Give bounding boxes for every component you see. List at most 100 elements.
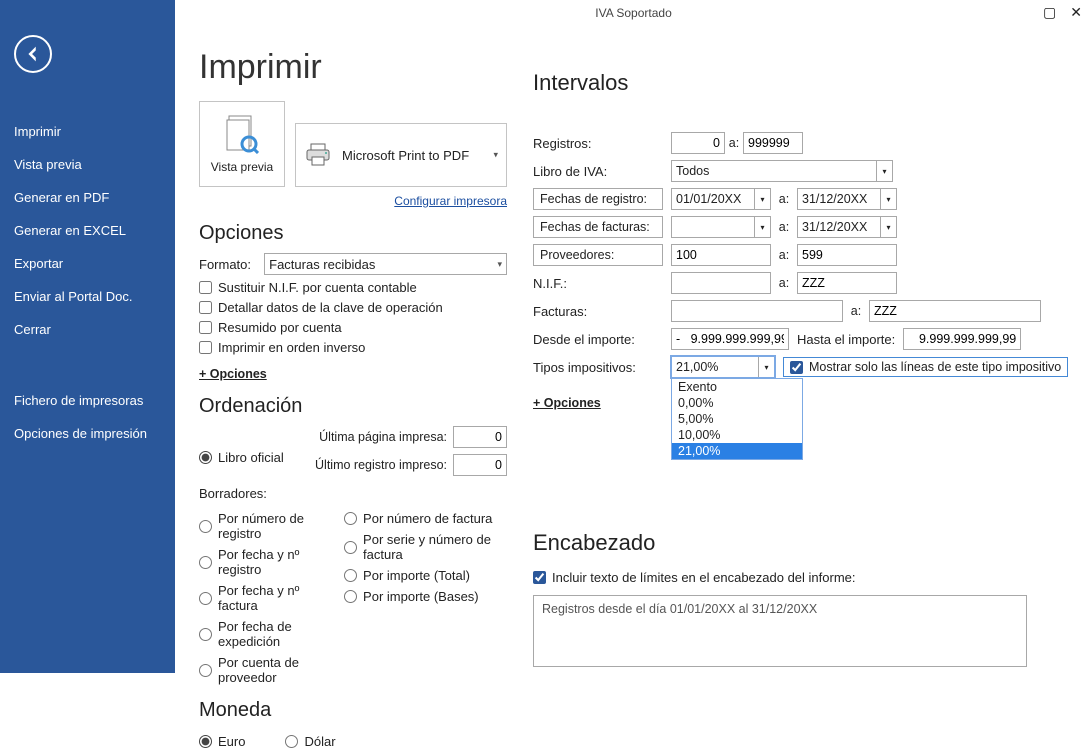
tipo-option-10[interactable]: 10,00% (672, 427, 802, 443)
chevron-down-icon: ▾ (880, 189, 896, 209)
proveedores-button[interactable]: Proveedores: (533, 244, 663, 266)
fechas-registro-from[interactable]: 01/01/20XX▾ (671, 188, 771, 210)
opciones-heading: Opciones (199, 222, 507, 245)
tipos-dropdown[interactable]: Exento 0,00% 5,00% 10,00% 21,00% (671, 378, 803, 460)
fechas-registro-button[interactable]: Fechas de registro: (533, 188, 663, 210)
tipo-option-5[interactable]: 5,00% (672, 411, 802, 427)
opciones-more-link[interactable]: + Opciones (199, 367, 267, 381)
chk-orden-inverso[interactable]: Imprimir en orden inverso (199, 340, 507, 355)
ultimo-registro-input[interactable] (453, 454, 507, 476)
printer-icon (304, 141, 332, 169)
chevron-down-icon: ▾ (880, 217, 896, 237)
facturas-from-input[interactable] (671, 300, 843, 322)
fechas-registro-to[interactable]: 31/12/20XX▾ (797, 188, 897, 210)
hasta-importe-input[interactable] (903, 328, 1021, 350)
printer-name: Microsoft Print to PDF (342, 148, 469, 163)
sidebar-item-generar-excel[interactable]: Generar en EXCEL (0, 214, 175, 247)
libro-iva-value: Todos (676, 164, 709, 178)
tipos-impositivos-label: Tipos impositivos: (533, 360, 663, 375)
sidebar-item-fichero-impresoras[interactable]: Fichero de impresoras (0, 384, 175, 417)
mostrar-lineas-checkbox[interactable]: Mostrar solo las líneas de este tipo imp… (783, 357, 1068, 377)
chk-sustituir-nif[interactable]: Sustituir N.I.F. por cuenta contable (199, 280, 507, 295)
a-label: a: (725, 136, 743, 150)
sidebar-item-vista-previa[interactable]: Vista previa (0, 148, 175, 181)
facturas-to-input[interactable] (869, 300, 1041, 322)
radio-libro-oficial[interactable]: Libro oficial (199, 450, 284, 465)
chk-resumido-cuenta[interactable]: Resumido por cuenta (199, 320, 507, 335)
facturas-label: Facturas: (533, 304, 663, 319)
printer-selector[interactable]: Microsoft Print to PDF ▾ (295, 123, 507, 187)
mostrar-lineas-label: Mostrar solo las líneas de este tipo imp… (809, 360, 1061, 374)
sidebar-item-imprimir[interactable]: Imprimir (0, 115, 175, 148)
nif-to-input[interactable] (797, 272, 897, 294)
fechas-facturas-button[interactable]: Fechas de facturas: (533, 216, 663, 238)
formato-value: Facturas recibidas (269, 257, 375, 272)
radio-fecha-registro[interactable]: Por fecha y nº registro (199, 547, 336, 577)
radio-dolar[interactable]: Dólar (285, 734, 335, 749)
arrow-left-icon (22, 43, 44, 65)
maximize-icon[interactable]: ▢ (1043, 4, 1056, 21)
ordenacion-heading: Ordenación (199, 395, 507, 418)
sidebar: Imprimir Vista previa Generar en PDF Gen… (0, 0, 175, 673)
a-label: a: (771, 276, 797, 290)
radio-serie-factura[interactable]: Por serie y número de factura (344, 532, 507, 562)
ultima-pagina-input[interactable] (453, 426, 507, 448)
libro-iva-select[interactable]: Todos ▾ (671, 160, 893, 182)
intervalos-heading: Intervalos (533, 70, 1074, 96)
a-label: a: (843, 304, 869, 318)
fechas-facturas-to[interactable]: 31/12/20XX▾ (797, 216, 897, 238)
proveedores-from-input[interactable] (671, 244, 771, 266)
a-label: a: (771, 192, 797, 206)
radio-importe-total[interactable]: Por importe (Total) (344, 568, 507, 583)
registros-to-input[interactable] (743, 132, 803, 154)
document-preview-icon (225, 114, 259, 154)
chevron-down-icon: ▾ (758, 357, 774, 377)
tipo-option-exento[interactable]: Exento (672, 379, 802, 395)
window-title: IVA Soportado (175, 6, 1092, 20)
intervalos-more-link[interactable]: + Opciones (533, 396, 601, 410)
radio-fecha-factura[interactable]: Por fecha y nº factura (199, 583, 336, 613)
proveedores-to-input[interactable] (797, 244, 897, 266)
formato-select[interactable]: Facturas recibidas ▾ (264, 253, 507, 275)
chevron-down-icon: ▾ (876, 161, 892, 181)
registros-from-input[interactable] (671, 132, 725, 154)
radio-fecha-expedicion[interactable]: Por fecha de expedición (199, 619, 336, 649)
sidebar-item-opciones-impresion[interactable]: Opciones de impresión (0, 417, 175, 450)
a-label: a: (771, 220, 797, 234)
formato-label: Formato: (199, 257, 264, 272)
close-icon[interactable]: ✕ (1070, 4, 1082, 21)
chk-detallar-clave[interactable]: Detallar datos de la clave de operación (199, 300, 507, 315)
radio-num-registro[interactable]: Por número de registro (199, 511, 336, 541)
encabezado-textarea[interactable]: Registros desde el día 01/01/20XX al 31/… (533, 595, 1027, 667)
configurar-impresora-link[interactable]: Configurar impresora (394, 194, 507, 208)
radio-cuenta-proveedor[interactable]: Por cuenta de proveedor (199, 655, 336, 685)
sidebar-item-generar-pdf[interactable]: Generar en PDF (0, 181, 175, 214)
sidebar-item-exportar[interactable]: Exportar (0, 247, 175, 280)
tipos-impositivos-value: 21,00% (676, 360, 718, 374)
chevron-down-icon: ▾ (754, 189, 770, 209)
registros-label: Registros: (533, 136, 663, 151)
borradores-label: Borradores: (199, 486, 507, 501)
chevron-down-icon: ▾ (754, 217, 770, 237)
tipo-option-21[interactable]: 21,00% (672, 443, 802, 459)
fechas-facturas-from[interactable]: ▾ (671, 216, 771, 238)
tipo-option-0[interactable]: 0,00% (672, 395, 802, 411)
radio-num-factura[interactable]: Por número de factura (344, 511, 507, 526)
radio-euro[interactable]: Euro (199, 734, 245, 749)
chevron-down-icon: ▾ (497, 259, 502, 270)
desde-importe-label: Desde el importe: (533, 332, 663, 347)
sidebar-item-enviar-portal[interactable]: Enviar al Portal Doc. (0, 280, 175, 313)
vista-previa-button[interactable]: Vista previa (199, 101, 285, 187)
encabezado-heading: Encabezado (533, 530, 1074, 556)
radio-importe-bases[interactable]: Por importe (Bases) (344, 589, 507, 604)
chk-incluir-encabezado[interactable]: Incluir texto de límites en el encabezad… (533, 570, 1074, 585)
tipos-impositivos-select[interactable]: 21,00% ▾ (671, 356, 775, 378)
moneda-heading: Moneda (199, 699, 507, 722)
nif-from-input[interactable] (671, 272, 771, 294)
desde-importe-input[interactable] (671, 328, 789, 350)
back-button[interactable] (14, 35, 52, 73)
hasta-importe-label: Hasta el importe: (797, 332, 895, 347)
sidebar-item-cerrar[interactable]: Cerrar (0, 313, 175, 346)
chevron-down-icon: ▾ (493, 150, 498, 161)
page-title: Imprimir (199, 48, 507, 87)
